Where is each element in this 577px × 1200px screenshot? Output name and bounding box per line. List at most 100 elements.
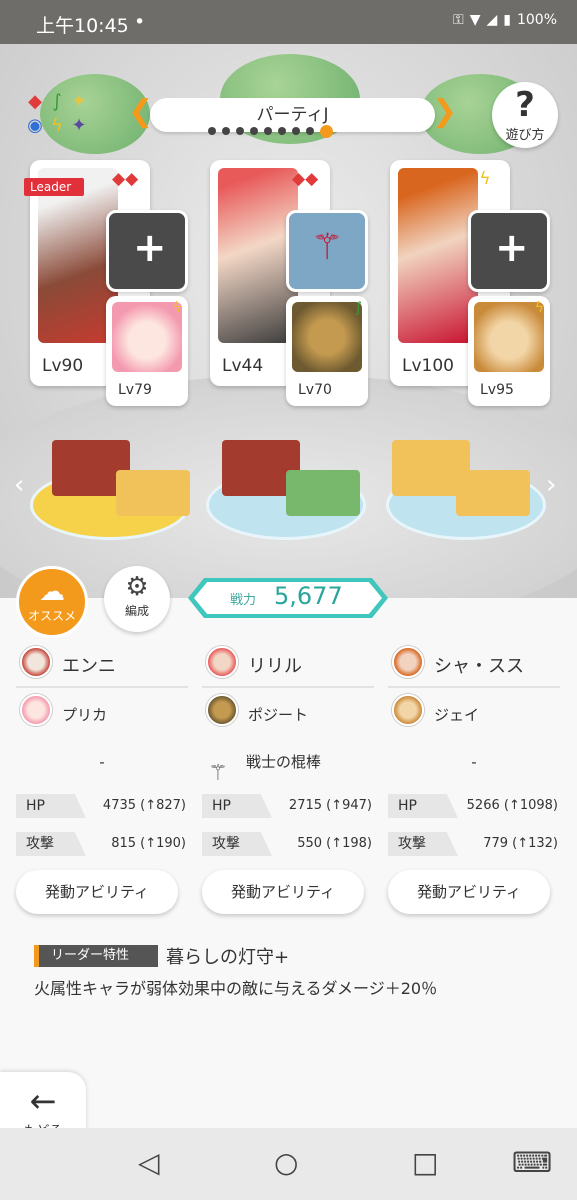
nav-recents-icon[interactable]: □ xyxy=(412,1146,438,1179)
leader-skill-description: 火属性キャラが弱体効果中の敵に与えるダメージ＋20％ xyxy=(34,979,438,998)
hp-stat: HP 4735 (↑827) xyxy=(16,788,188,824)
signal-icon: ◢ xyxy=(486,12,498,28)
weapon-row: - xyxy=(16,738,188,786)
main-character-name: リリル xyxy=(248,656,302,677)
weapon-name: - xyxy=(471,753,477,771)
thunder-icon: ϟ xyxy=(51,115,63,136)
character-column-3: シャ・スス ジェイ - HP 5266 (↑1098) 攻撃 779 (↑132… xyxy=(388,640,560,862)
sub-portrait xyxy=(474,302,544,372)
leader-skill: リーダー特性 暮らしの灯守+ 火属性キャラが弱体効果中の敵に与えるダメージ＋20… xyxy=(34,945,554,1005)
leader-skill-name: 暮らしの灯守+ xyxy=(166,947,290,968)
level-label: Lv90 xyxy=(42,356,84,376)
sub-character-row[interactable]: ジェイ xyxy=(388,688,560,738)
sub-character-name: プリカ xyxy=(62,706,108,724)
battery-icon: ▮ xyxy=(503,12,511,28)
system-nav-bar: ◁ ○ □ ⌨ xyxy=(0,1128,577,1200)
wind-icon: ∫ xyxy=(354,300,362,316)
fire-icon: ◆◆ xyxy=(112,169,139,189)
hp-value: 4735 (↑827) xyxy=(102,798,186,813)
sub-character-row[interactable]: プリカ xyxy=(16,688,188,738)
hp-stat: HP 5266 (↑1098) xyxy=(388,788,560,824)
howto-label: 遊び方 xyxy=(505,128,545,143)
attack-value: 550 (↑198) xyxy=(297,836,372,851)
element-legend[interactable]: ◆ ∫ ✦ ◉ ϟ ✦ xyxy=(24,90,104,140)
main-character-name: シャ・スス xyxy=(434,656,524,677)
attack-value: 815 (↑190) xyxy=(111,836,186,851)
character-column-2: リリル ポジート ⚚ 戦士の棍棒 HP 2715 (↑947) 攻撃 550 (… xyxy=(202,640,374,862)
sub-character-card[interactable]: ∫ Lv70 xyxy=(286,296,368,406)
ability-button-2[interactable]: 発動アビリティ xyxy=(202,870,364,914)
formation-label: 編成 xyxy=(124,604,149,618)
status-icons: ⚿ ▼ ◢ ▮ 100% xyxy=(453,12,557,28)
equip-slot-weapon[interactable]: ⚚ xyxy=(286,210,368,292)
arrow-left-icon: ← xyxy=(29,1082,57,1120)
howto-button[interactable]: ? 遊び方 xyxy=(492,82,558,148)
weapon-row: - xyxy=(388,738,560,786)
sub-level: Lv95 xyxy=(480,382,514,398)
avatar xyxy=(20,694,52,726)
yellow-block xyxy=(116,470,190,516)
formation-button[interactable]: ⚙ 編成 xyxy=(104,566,170,632)
sub-portrait xyxy=(292,302,362,372)
weapon-name: - xyxy=(99,753,105,771)
attack-label: 攻撃 xyxy=(388,832,458,856)
yellow-block xyxy=(456,470,530,516)
power-display: 戦力 5,677 xyxy=(188,578,388,618)
key-icon: ⚿ xyxy=(453,12,464,28)
hp-stat: HP 2715 (↑947) xyxy=(202,788,374,824)
leader-badge: Leader xyxy=(24,178,84,196)
gamepad-icon[interactable]: ⌨ xyxy=(512,1146,552,1179)
sub-character-card[interactable]: ϟ Lv95 xyxy=(468,296,550,406)
recommend-label: オススメ xyxy=(27,609,76,623)
thunder-icon: ϟ xyxy=(172,300,182,316)
level-label: Lv100 xyxy=(402,356,454,376)
avatar xyxy=(20,646,52,678)
notification-dot: • xyxy=(134,11,146,33)
weapon-row[interactable]: ⚚ 戦士の棍棒 xyxy=(202,738,374,786)
main-character-row[interactable]: エンニ xyxy=(16,640,188,688)
question-icon: ? xyxy=(515,85,535,125)
attack-label: 攻撃 xyxy=(16,832,86,856)
avatar xyxy=(206,646,238,678)
weapon-name: 戦士の棍棒 xyxy=(246,753,322,771)
battery-level: 100% xyxy=(516,12,557,28)
dark-icon: ✦ xyxy=(71,115,87,136)
equip-slot-empty[interactable]: + xyxy=(468,210,550,292)
wifi-icon: ▼ xyxy=(469,12,481,28)
hp-value: 2715 (↑947) xyxy=(288,798,372,813)
fire-icon: ◆ xyxy=(28,91,42,112)
hp-label: HP xyxy=(16,794,86,818)
attack-stat: 攻撃 815 (↑190) xyxy=(16,826,188,862)
sub-character-name: ジェイ xyxy=(434,706,480,724)
character-column-1: エンニ プリカ - HP 4735 (↑827) 攻撃 815 (↑190) xyxy=(16,640,188,862)
status-bar: 上午10:45 • ⚿ ▼ ◢ ▮ 100% xyxy=(0,0,577,44)
scroll-right-icon[interactable]: › xyxy=(546,470,556,500)
ability-button-3[interactable]: 発動アビリティ xyxy=(388,870,550,914)
ability-button-1[interactable]: 発動アビリティ xyxy=(16,870,178,914)
scroll-left-icon[interactable]: ‹ xyxy=(14,470,24,500)
sub-character-card[interactable]: ϟ Lv79 xyxy=(106,296,188,406)
avatar xyxy=(392,694,424,726)
sub-character-name: ポジート xyxy=(248,706,309,724)
nav-home-icon[interactable]: ○ xyxy=(274,1146,298,1179)
recommend-button[interactable]: ☁ オススメ xyxy=(16,566,88,638)
main-character-row[interactable]: シャ・スス xyxy=(388,640,560,688)
plus-icon: + xyxy=(495,225,529,271)
attack-label: 攻撃 xyxy=(202,832,272,856)
next-party-icon[interactable]: ❯ xyxy=(432,94,457,129)
hp-value: 5266 (↑1098) xyxy=(466,798,558,813)
hp-label: HP xyxy=(388,794,458,818)
hp-label: HP xyxy=(202,794,272,818)
main-character-row[interactable]: リリル xyxy=(202,640,374,688)
sub-portrait xyxy=(112,302,182,372)
nav-back-icon[interactable]: ◁ xyxy=(138,1146,160,1179)
level-label: Lv44 xyxy=(222,356,264,376)
avatar xyxy=(392,646,424,678)
equip-slot-empty[interactable]: + xyxy=(106,210,188,292)
gear-person-icon: ⚙ xyxy=(125,572,149,602)
thunder-icon: ϟ xyxy=(534,300,544,316)
party-pager[interactable] xyxy=(208,124,378,138)
sub-character-row[interactable]: ポジート xyxy=(202,688,374,738)
fire-icon: ◆◆ xyxy=(292,169,319,189)
wind-icon: ∫ xyxy=(52,91,62,112)
